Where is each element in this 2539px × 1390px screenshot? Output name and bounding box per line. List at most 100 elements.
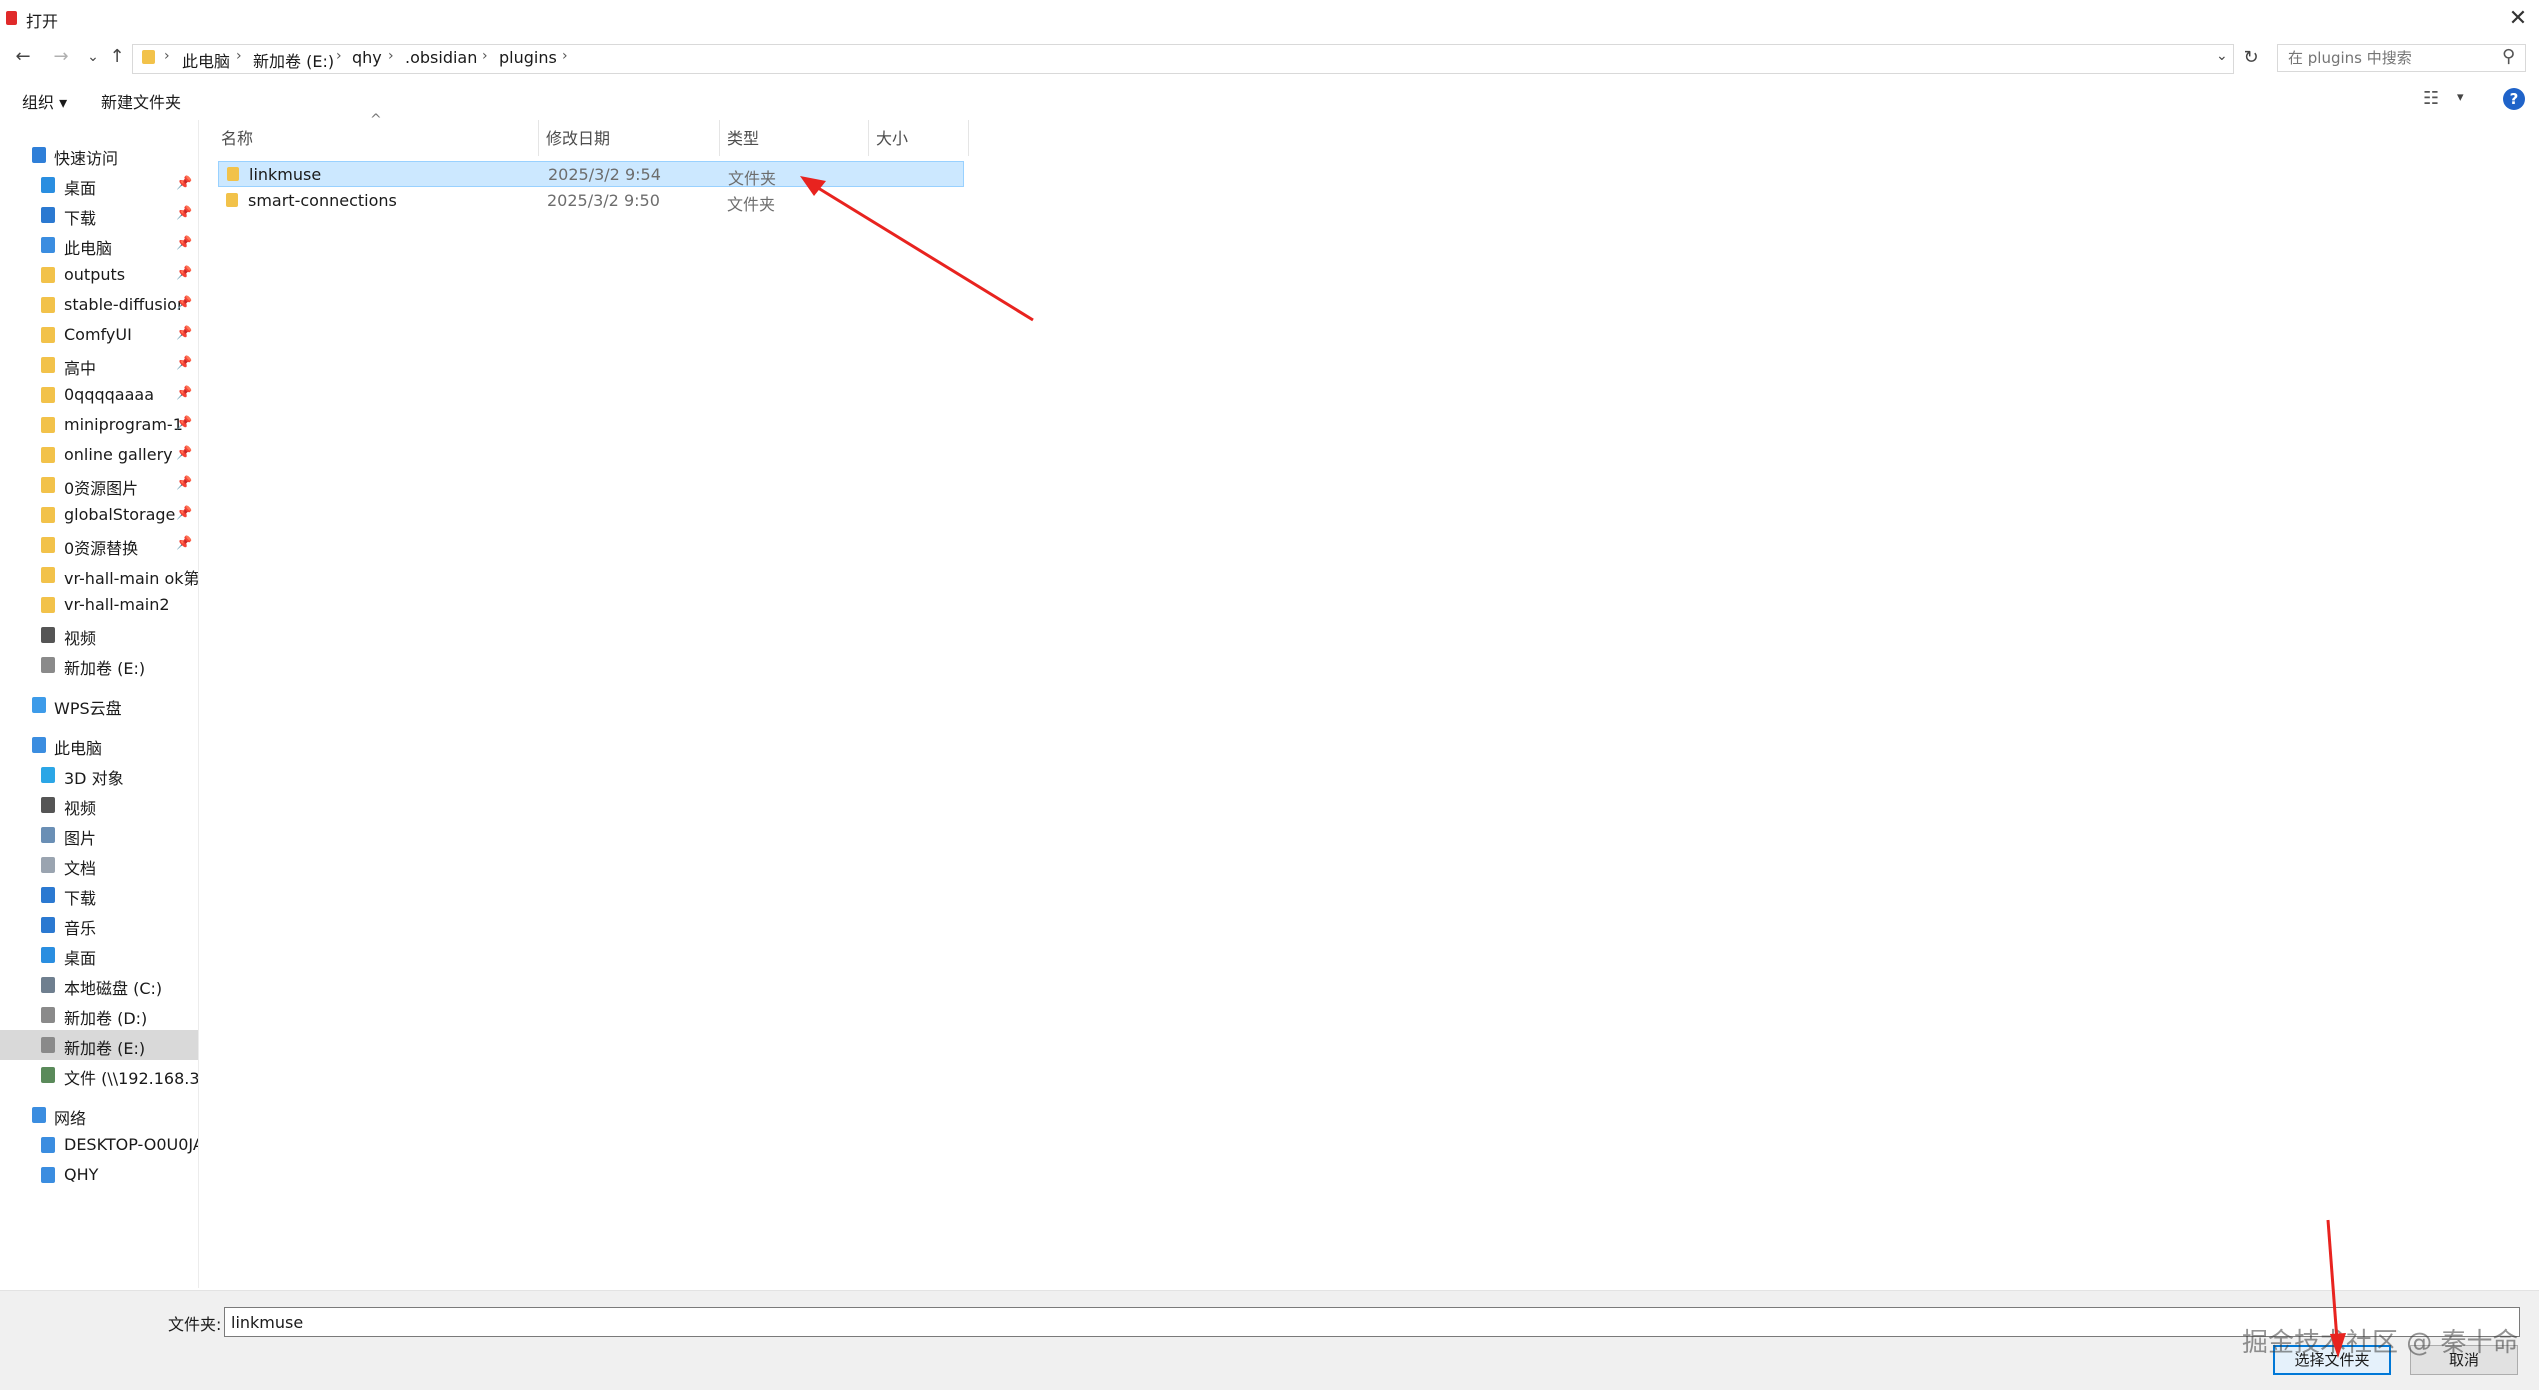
sidebar-item[interactable]: 0资源图片 📌 — [0, 470, 198, 500]
column-header-date[interactable]: 修改日期 — [546, 125, 610, 149]
document-icon — [41, 857, 55, 873]
view-options-icon[interactable]: ☷ — [2423, 88, 2439, 109]
up-arrow-icon[interactable]: ↑ — [104, 44, 130, 70]
sidebar-item[interactable]: 视频 — [0, 620, 198, 650]
sidebar-item[interactable]: 下载 — [0, 880, 198, 910]
chevron-right-icon[interactable]: › — [388, 48, 394, 64]
column-divider[interactable] — [868, 120, 869, 156]
sidebar-section-1[interactable]: WPS云盘 — [0, 690, 198, 720]
breadcrumb-drive-e[interactable]: 新加卷 (E:) — [253, 48, 334, 72]
search-icon[interactable]: ⚲ — [2502, 46, 2515, 67]
column-divider[interactable] — [968, 120, 969, 156]
sidebar-item-label: 文件 (\\192.168.31 — [64, 1069, 198, 1088]
file-row-linkmuse[interactable]: linkmuse 2025/3/2 9:54 文件夹 — [218, 161, 964, 188]
pin-icon[interactable]: 📌 — [176, 536, 192, 551]
pin-icon[interactable]: 📌 — [176, 506, 192, 521]
sidebar-item[interactable]: 图片 — [0, 820, 198, 850]
sidebar-item-label: 本地磁盘 (C:) — [64, 979, 163, 998]
sidebar-item[interactable]: QHY — [0, 1160, 198, 1190]
sidebar-item[interactable]: 此电脑 📌 — [0, 230, 198, 260]
forward-arrow-icon[interactable]: → — [48, 44, 74, 70]
file-list[interactable] — [205, 120, 2539, 1288]
sidebar-item[interactable]: vr-hall-main2 — [0, 590, 198, 620]
sidebar-item[interactable]: 新加卷 (E:) — [0, 1030, 198, 1060]
sidebar-item-label: 视频 — [64, 629, 97, 648]
file-type: 文件夹 — [728, 169, 777, 188]
sidebar-item[interactable]: outputs 📌 — [0, 260, 198, 290]
column-header-type[interactable]: 类型 — [727, 125, 759, 149]
desktop-icon — [41, 947, 55, 963]
help-icon[interactable]: ? — [2503, 88, 2525, 110]
chevron-right-icon[interactable]: › — [482, 48, 488, 64]
pin-icon[interactable]: 📌 — [176, 326, 192, 341]
sidebar-item[interactable]: 文件 (\\192.168.31 — [0, 1060, 198, 1090]
column-header-name[interactable]: 名称 — [221, 125, 253, 149]
sidebar-section-0[interactable]: 快速访问 — [0, 140, 198, 170]
pin-icon[interactable]: 📌 — [176, 386, 192, 401]
file-row-smart-connections[interactable]: smart-connections 2025/3/2 9:50 文件夹 — [218, 188, 964, 214]
sidebar-item[interactable]: stable-diffusior 📌 — [0, 290, 198, 320]
pin-icon[interactable]: 📌 — [176, 446, 192, 461]
sidebar-item[interactable]: 新加卷 (D:) — [0, 1000, 198, 1030]
sidebar-item[interactable]: 音乐 — [0, 910, 198, 940]
breadcrumb-qhy[interactable]: qhy — [352, 48, 382, 67]
folder-icon — [41, 447, 55, 463]
back-arrow-icon[interactable]: ← — [10, 44, 36, 70]
pin-icon[interactable]: 📌 — [176, 416, 192, 431]
refresh-icon[interactable]: ↻ — [2238, 44, 2264, 72]
chevron-right-icon[interactable]: › — [562, 48, 568, 64]
sidebar-item-label: 新加卷 (D:) — [64, 1009, 148, 1028]
pin-icon[interactable]: 📌 — [176, 176, 192, 191]
sidebar-item[interactable]: 3D 对象 — [0, 760, 198, 790]
sidebar-item[interactable]: 本地磁盘 (C:) — [0, 970, 198, 1000]
sidebar-item[interactable]: DESKTOP-O0U0JA — [0, 1130, 198, 1160]
recent-locations-icon[interactable]: ⌄ — [80, 44, 106, 70]
sidebar-item[interactable]: 下载 📌 — [0, 200, 198, 230]
sidebar-item[interactable]: 文档 — [0, 850, 198, 880]
breadcrumb-plugins[interactable]: plugins — [499, 48, 557, 67]
sidebar-section-3[interactable]: 网络 — [0, 1100, 198, 1130]
sort-ascending-icon: ^ — [370, 112, 382, 128]
folder-name-input[interactable] — [224, 1307, 2520, 1337]
folder-icon — [142, 50, 155, 64]
sidebar-item[interactable]: 0qqqqaaaa 📌 — [0, 380, 198, 410]
sidebar-item[interactable]: 视频 — [0, 790, 198, 820]
chevron-right-icon[interactable]: › — [236, 48, 242, 64]
network-drive-icon — [41, 1067, 55, 1083]
sidebar-item-label: 0资源图片 — [64, 479, 139, 498]
close-icon[interactable]: ✕ — [2500, 2, 2536, 36]
column-divider[interactable] — [719, 120, 720, 156]
sidebar-item-label: 下载 — [64, 889, 97, 908]
pin-icon[interactable]: 📌 — [176, 356, 192, 371]
chevron-right-icon[interactable]: › — [336, 48, 342, 64]
pin-icon[interactable]: 📌 — [176, 296, 192, 311]
pin-icon[interactable]: 📌 — [176, 236, 192, 251]
folder-icon — [226, 193, 238, 207]
pin-icon[interactable]: 📌 — [176, 206, 192, 221]
sidebar-item[interactable]: 桌面 — [0, 940, 198, 970]
organize-button[interactable]: 组织 ▾ — [22, 89, 67, 113]
chevron-down-icon[interactable]: ⌄ — [2216, 48, 2228, 64]
column-divider[interactable] — [538, 120, 539, 156]
chevron-down-icon[interactable]: ▾ — [2457, 90, 2464, 105]
breadcrumb-obsidian[interactable]: .obsidian — [405, 48, 477, 67]
column-header-size[interactable]: 大小 — [876, 125, 908, 149]
pin-icon[interactable]: 📌 — [176, 266, 192, 281]
sidebar-item[interactable]: 高中 📌 — [0, 350, 198, 380]
sidebar-item[interactable]: online gallery 📌 — [0, 440, 198, 470]
sidebar-section-2[interactable]: 此电脑 — [0, 730, 198, 760]
folder-icon — [41, 357, 55, 373]
new-folder-button[interactable]: 新建文件夹 — [101, 89, 181, 113]
pin-icon[interactable]: 📌 — [176, 476, 192, 491]
sidebar-item[interactable]: globalStorage 📌 — [0, 500, 198, 530]
search-input[interactable] — [2277, 44, 2526, 72]
sidebar-item[interactable]: ComfyUI 📌 — [0, 320, 198, 350]
sidebar-item[interactable]: 0资源替换 📌 — [0, 530, 198, 560]
sidebar-item[interactable]: vr-hall-main ok第二 — [0, 560, 198, 590]
sidebar-item[interactable]: 桌面 📌 — [0, 170, 198, 200]
sidebar-item[interactable]: 新加卷 (E:) — [0, 650, 198, 680]
sidebar-item-label: 音乐 — [64, 919, 97, 938]
breadcrumb-this-pc[interactable]: 此电脑 — [182, 48, 230, 72]
sidebar-item[interactable]: miniprogram-1 📌 — [0, 410, 198, 440]
file-name: linkmuse — [249, 165, 322, 184]
